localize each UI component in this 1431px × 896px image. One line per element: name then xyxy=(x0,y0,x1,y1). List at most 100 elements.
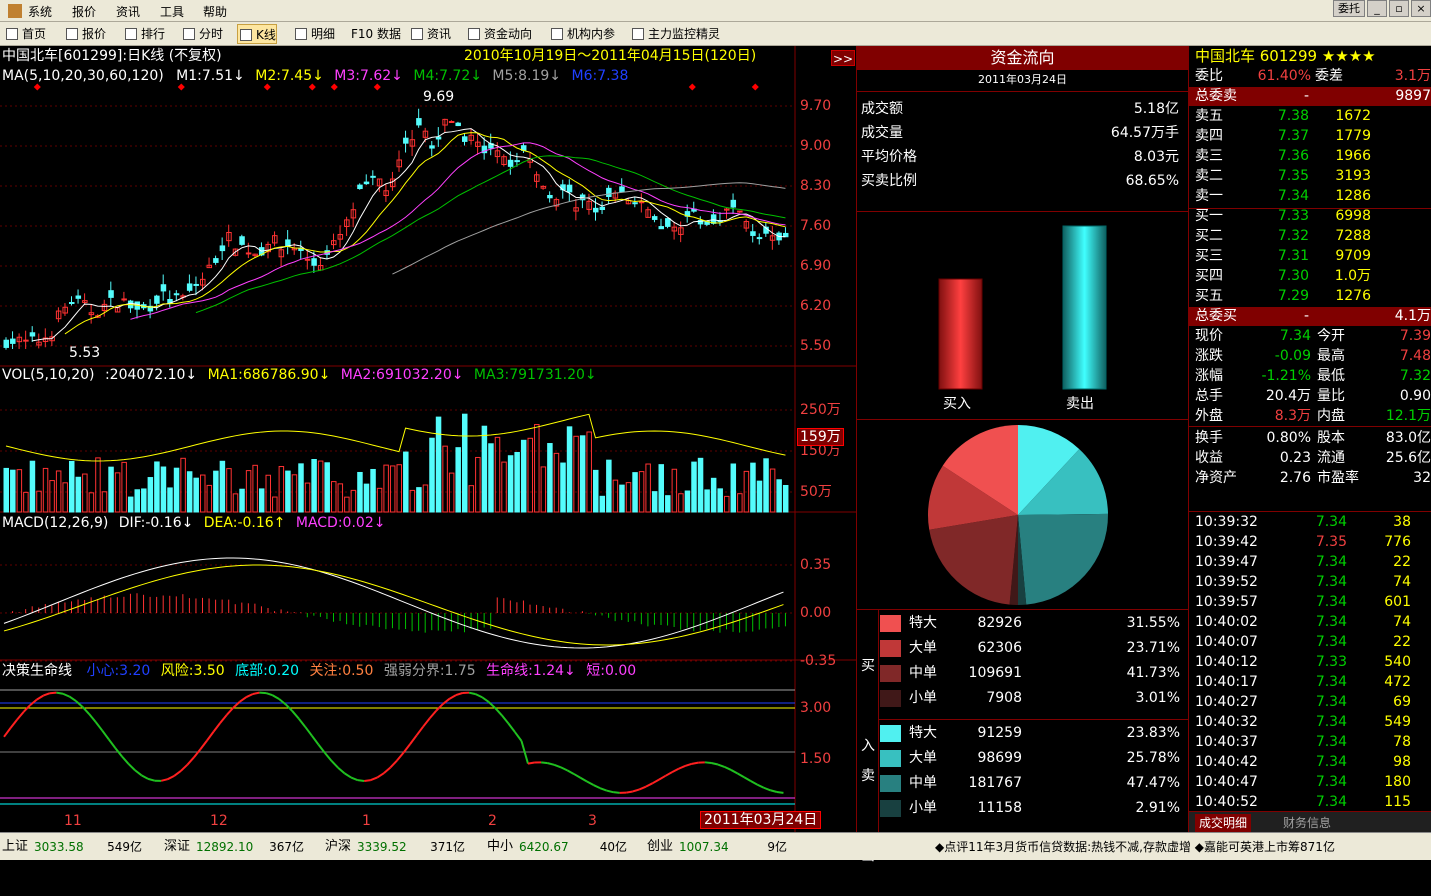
tick-time: 10:40:42 xyxy=(1195,754,1258,770)
bid-volume: 1276 xyxy=(1309,288,1371,304)
signal-diamond xyxy=(752,83,759,90)
bid-price[interactable]: 7.33 xyxy=(1249,208,1309,224)
volume-bar xyxy=(50,481,55,512)
lifeline-segment xyxy=(142,775,149,779)
lifeline-segment xyxy=(515,732,522,741)
ask-price[interactable]: 7.36 xyxy=(1249,148,1309,164)
jc-duan: 短:0.00 xyxy=(586,663,636,679)
toolbar-rank[interactable]: 排行 xyxy=(123,24,165,44)
lifeline-segment xyxy=(201,740,208,749)
minimize-icon[interactable]: _ xyxy=(1367,0,1387,17)
tick-price: 7.34 xyxy=(1279,514,1347,530)
toolbar-label: K线 xyxy=(256,28,276,42)
volume-bar xyxy=(652,492,657,512)
menu-news[interactable]: 资讯 xyxy=(116,3,140,20)
index-name[interactable]: 深证 xyxy=(164,839,190,855)
index-name[interactable]: 创业 xyxy=(647,839,673,855)
toolbar-timeshare[interactable]: 分时 xyxy=(181,24,223,44)
tick-price: 7.34 xyxy=(1279,614,1347,630)
flow-type: 小单 xyxy=(909,800,937,816)
volume-bar xyxy=(371,469,376,512)
bid-price[interactable]: 7.31 xyxy=(1249,248,1309,264)
stat-value: 7.34 xyxy=(1239,328,1311,344)
lifeline-segment xyxy=(122,756,129,763)
bid-price[interactable]: 7.30 xyxy=(1249,268,1309,284)
ma-m1: M1:7.51↓ xyxy=(176,68,245,84)
close-icon[interactable]: × xyxy=(1411,0,1431,17)
candle-body xyxy=(364,182,369,184)
stat-label: 净资产 xyxy=(1195,470,1237,486)
high-label: 9.69 xyxy=(423,89,454,105)
monitor-icon xyxy=(632,28,644,40)
volume-bar xyxy=(718,489,723,512)
volume-bar xyxy=(286,471,291,512)
order-tab[interactable]: 委托 xyxy=(1333,0,1365,17)
lifeline-segment xyxy=(541,762,548,763)
tab-finance[interactable]: 财务信息 xyxy=(1279,814,1335,832)
stat-label: 股本 xyxy=(1317,430,1345,446)
candle-body xyxy=(607,188,612,196)
volume-bar xyxy=(417,488,422,512)
news-ticker[interactable]: ◆点评11年3月货币信贷数据:热钱不减,存款虚增 ◆嘉能可英港上市筹871亿 xyxy=(935,839,1335,855)
index-name[interactable]: 沪深 xyxy=(325,839,351,855)
menu-tools[interactable]: 工具 xyxy=(160,3,184,20)
date-range: 2010年10月19日～2011年04月15日(120日) xyxy=(464,48,756,64)
ask-price[interactable]: 7.38 xyxy=(1249,108,1309,124)
lifeline-segment xyxy=(279,699,286,704)
ask-volume: 1779 xyxy=(1309,128,1371,144)
volume-bar xyxy=(266,475,271,512)
jc-label: 决策生命线 xyxy=(2,663,72,679)
tick-time: 10:39:32 xyxy=(1195,514,1258,530)
lifeline-segment xyxy=(613,792,620,793)
toolbar-fundflow[interactable]: 资金动向 xyxy=(466,24,532,44)
bid-price[interactable]: 7.32 xyxy=(1249,228,1309,244)
flow-pct: 41.73% xyxy=(1077,665,1180,681)
ask-price[interactable]: 7.37 xyxy=(1249,128,1309,144)
flow-type: 特大 xyxy=(909,615,937,631)
toolbar-inst[interactable]: 机构内参 xyxy=(549,24,615,44)
toolbar-quote[interactable]: 报价 xyxy=(64,24,106,44)
toolbar-monitor[interactable]: 主力监控精灵 xyxy=(630,24,720,44)
lifeline-segment xyxy=(502,715,509,723)
price-tick: 6.90 xyxy=(800,258,831,274)
toolbar-home[interactable]: 首页 xyxy=(4,24,46,44)
menu-help[interactable]: 帮助 xyxy=(203,3,227,20)
index-name[interactable]: 上证 xyxy=(2,839,28,855)
lifeline-segment xyxy=(561,767,568,770)
candle-body xyxy=(548,195,553,197)
flow-type: 小单 xyxy=(909,690,937,706)
bid-price[interactable]: 7.29 xyxy=(1249,288,1309,304)
lifeline-segment xyxy=(30,700,37,705)
stat-value: 0.90 xyxy=(1359,388,1431,404)
index-name[interactable]: 中小 xyxy=(487,839,513,855)
restore-icon[interactable]: ▫ xyxy=(1389,0,1409,17)
toolbar-f10[interactable]: F10 数据 xyxy=(347,24,401,44)
flow-type: 大单 xyxy=(909,640,937,656)
kline-chart[interactable]: 中国北车[601299]:日K线 (不复权) 2010年10月19日～2011年… xyxy=(0,46,856,832)
ask-price[interactable]: 7.34 xyxy=(1249,188,1309,204)
lifeline-segment xyxy=(600,788,607,790)
table-icon xyxy=(295,28,307,40)
macd-label: MACD(12,26,9) xyxy=(2,515,108,531)
adjust-mode: (不复权) xyxy=(169,48,222,64)
toolbar-info[interactable]: 资讯 xyxy=(409,24,451,44)
tick-price: 7.34 xyxy=(1279,574,1347,590)
menu-system[interactable]: 系统 xyxy=(28,3,52,20)
stat-label: 内盘 xyxy=(1317,408,1345,424)
menu-quote[interactable]: 报价 xyxy=(72,3,96,20)
volume-bar xyxy=(685,491,690,512)
ask-price[interactable]: 7.35 xyxy=(1249,168,1309,184)
toolbar-detail[interactable]: 明细 xyxy=(293,24,335,44)
ask-volume: 1672 xyxy=(1309,108,1371,124)
expand-button[interactable]: >> xyxy=(831,50,855,66)
lifeline-segment xyxy=(770,790,777,792)
volume-bar xyxy=(305,483,310,512)
flow-pct: 23.71% xyxy=(1077,640,1180,656)
index-amount: 367亿 xyxy=(262,839,304,855)
tab-trade-detail[interactable]: 成交明细 xyxy=(1195,814,1251,832)
macd-dea: DEA:-0.16↑ xyxy=(204,515,286,531)
signal-diamond xyxy=(178,83,185,90)
jc-qr: 强弱分界:1.75 xyxy=(384,663,476,679)
toolbar-kline[interactable]: K线 xyxy=(237,24,277,44)
candle-body xyxy=(436,137,441,139)
